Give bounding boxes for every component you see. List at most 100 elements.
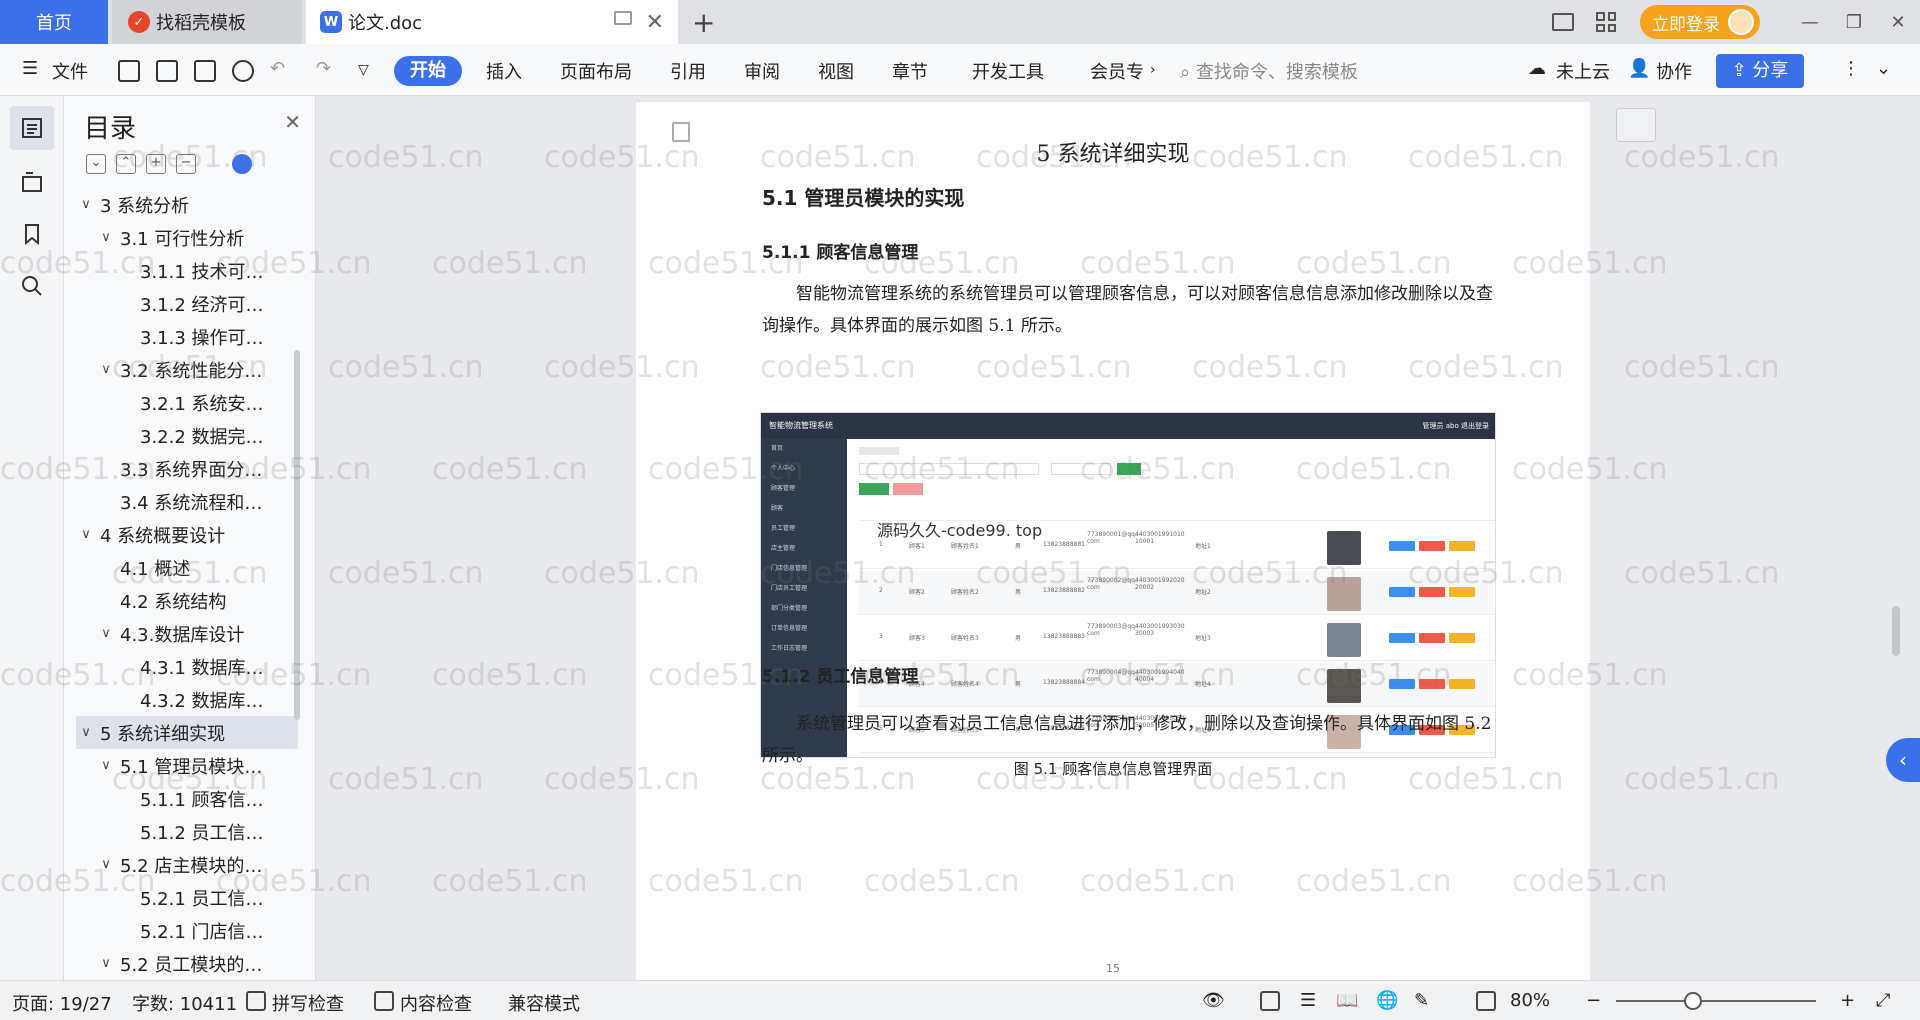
- toc-item[interactable]: ∨ 5.2 员工模块的…: [76, 947, 298, 980]
- add-heading-icon[interactable]: +: [146, 154, 166, 174]
- toc-item[interactable]: 5.2.1 员工信…: [76, 881, 298, 914]
- toc-item[interactable]: ∨ 4 系统概要设计: [76, 518, 298, 551]
- preview-icon[interactable]: [232, 60, 254, 82]
- apps-grid-icon[interactable]: [1596, 12, 1616, 32]
- fullscreen-icon[interactable]: ⤢: [1876, 990, 1890, 1011]
- toc-item[interactable]: 3.4 系统流程和…: [76, 485, 298, 518]
- toc-item[interactable]: ∨ 3 系统分析: [76, 188, 298, 221]
- toc-item[interactable]: 4.2 系统结构: [76, 584, 298, 617]
- menu-icon[interactable]: ☰: [22, 58, 38, 79]
- tab-document[interactable]: W 论文.doc ✕: [306, 0, 678, 44]
- toc-item[interactable]: 5.1.2 员工信…: [76, 815, 298, 848]
- toc-item[interactable]: ∨ 5.2 店主模块的…: [76, 848, 298, 881]
- user-icon[interactable]: 👤: [1628, 58, 1650, 79]
- chevron-down-icon[interactable]: ∨: [96, 230, 116, 245]
- smart-toc-icon[interactable]: [232, 154, 252, 174]
- close-icon[interactable]: ✕: [284, 110, 301, 134]
- web-view-icon[interactable]: 🌐: [1376, 990, 1398, 1011]
- chevron-down-icon[interactable]: ∨: [96, 956, 116, 971]
- scroll-thumb[interactable]: [1892, 606, 1900, 656]
- toc-item[interactable]: 3.2.1 系统安…: [76, 386, 298, 419]
- ribbon-tab-layout[interactable]: 页面布局: [560, 58, 632, 84]
- export-icon[interactable]: [156, 60, 178, 82]
- toc-item[interactable]: ∨ 3.1 可行性分析: [76, 221, 298, 254]
- toc-scrollbar[interactable]: [294, 350, 300, 720]
- chevron-down-icon[interactable]: ∨: [76, 725, 96, 740]
- print-icon[interactable]: [194, 60, 216, 82]
- share-button[interactable]: ⇪ 分享: [1716, 54, 1804, 88]
- ribbon-tab-member[interactable]: 会员专: [1090, 58, 1144, 84]
- toc-item[interactable]: 4.3.2 数据库…: [76, 683, 298, 716]
- toc-item[interactable]: 4.1 概述: [76, 551, 298, 584]
- save-icon[interactable]: [118, 60, 140, 82]
- expand-all-icon[interactable]: ⌄: [86, 154, 106, 174]
- new-tab-button[interactable]: +: [692, 6, 715, 39]
- zoom-knob[interactable]: [1684, 992, 1702, 1010]
- remove-heading-icon[interactable]: −: [176, 154, 196, 174]
- collab-button[interactable]: 协作: [1656, 58, 1692, 84]
- restore-icon[interactable]: ❐: [1832, 12, 1876, 33]
- collapse-ribbon-icon[interactable]: ⌄: [1876, 58, 1891, 79]
- monitor-icon[interactable]: [614, 11, 632, 25]
- file-menu[interactable]: 文件: [52, 58, 88, 84]
- toc-item[interactable]: 3.3 系统界面分…: [76, 452, 298, 485]
- zoom-level[interactable]: 80%: [1510, 990, 1550, 1011]
- toc-item[interactable]: 3.1.3 操作可…: [76, 320, 298, 353]
- bookmark-icon[interactable]: [10, 212, 54, 256]
- ribbon-tab-insert[interactable]: 插入: [486, 58, 522, 84]
- read-view-icon[interactable]: 📖: [1336, 990, 1358, 1011]
- page-indicator[interactable]: 页面: 19/27: [12, 990, 112, 1016]
- toc-item[interactable]: 3.1.2 经济可…: [76, 287, 298, 320]
- chevron-down-icon[interactable]: ∨: [96, 857, 116, 872]
- login-button[interactable]: 立即登录: [1640, 5, 1760, 39]
- chevron-down-icon[interactable]: ∨: [96, 362, 116, 377]
- command-search[interactable]: ⌕ 查找命令、搜索模板: [1180, 58, 1358, 84]
- ribbon-tab-chapter[interactable]: 章节: [892, 58, 928, 84]
- toc-panel-icon[interactable]: [10, 106, 54, 150]
- spellcheck-icon[interactable]: [246, 991, 266, 1011]
- tab-home[interactable]: 首页: [0, 0, 108, 44]
- annotate-icon[interactable]: ✎: [1414, 990, 1429, 1011]
- redo-icon[interactable]: ↷: [316, 58, 331, 79]
- zoom-slider[interactable]: [1616, 1000, 1816, 1002]
- eye-protection-icon[interactable]: 👁: [1202, 990, 1225, 1011]
- chevron-down-icon[interactable]: ▽: [358, 62, 369, 78]
- toc-item[interactable]: 5.1.1 顾客信…: [76, 782, 298, 815]
- content-check-icon[interactable]: [374, 991, 394, 1011]
- close-window-icon[interactable]: ✕: [1876, 12, 1920, 33]
- filter-icon[interactable]: [1616, 108, 1656, 142]
- page-view-icon[interactable]: [1260, 991, 1280, 1011]
- ribbon-tab-start[interactable]: 开始: [394, 56, 462, 86]
- cloud-status[interactable]: 未上云: [1556, 58, 1610, 84]
- toc-item[interactable]: ∨ 5.1 管理员模块…: [76, 749, 298, 782]
- fit-page-icon[interactable]: [1476, 991, 1496, 1011]
- toc-item[interactable]: ∨ 4.3.数据库设计: [76, 617, 298, 650]
- close-tab-icon[interactable]: ✕: [646, 10, 664, 35]
- layout-icon[interactable]: [1552, 13, 1574, 31]
- spellcheck-button[interactable]: 拼写检查: [272, 990, 344, 1016]
- chevron-right-icon[interactable]: ›: [1150, 62, 1156, 78]
- outline-view-icon[interactable]: ☰: [1300, 990, 1316, 1011]
- more-icon[interactable]: ⋮: [1842, 58, 1860, 79]
- zoom-in-icon[interactable]: +: [1840, 990, 1855, 1011]
- ribbon-tab-view[interactable]: 视图: [818, 58, 854, 84]
- toc-item[interactable]: 5.2.1 门店信…: [76, 914, 298, 947]
- content-check-button[interactable]: 内容检查: [400, 990, 472, 1016]
- toc-item[interactable]: 4.3.1 数据库…: [76, 650, 298, 683]
- document-page[interactable]: 5 系统详细实现 5.1 管理员模块的实现 5.1.1 顾客信息管理 智能物流管…: [636, 102, 1590, 980]
- navigation-icon[interactable]: [10, 160, 54, 204]
- toc-item[interactable]: ∨ 5 系统详细实现: [76, 716, 298, 749]
- toc-item[interactable]: ∨ 3.2 系统性能分…: [76, 353, 298, 386]
- chevron-down-icon[interactable]: ∨: [96, 758, 116, 773]
- search-panel-icon[interactable]: [10, 264, 54, 308]
- ribbon-tab-reference[interactable]: 引用: [670, 58, 706, 84]
- word-count[interactable]: 字数: 10411: [132, 990, 237, 1016]
- ribbon-tab-review[interactable]: 审阅: [744, 58, 780, 84]
- minimize-icon[interactable]: —: [1788, 12, 1832, 33]
- undo-icon[interactable]: ↶: [270, 58, 285, 79]
- ribbon-tab-devtools[interactable]: 开发工具: [972, 58, 1044, 84]
- chevron-down-icon[interactable]: ∨: [76, 527, 96, 542]
- toc-item[interactable]: 3.2.2 数据完…: [76, 419, 298, 452]
- toc-item[interactable]: 3.1.1 技术可…: [76, 254, 298, 287]
- tab-template[interactable]: ✓ 找稻壳模板: [112, 0, 302, 44]
